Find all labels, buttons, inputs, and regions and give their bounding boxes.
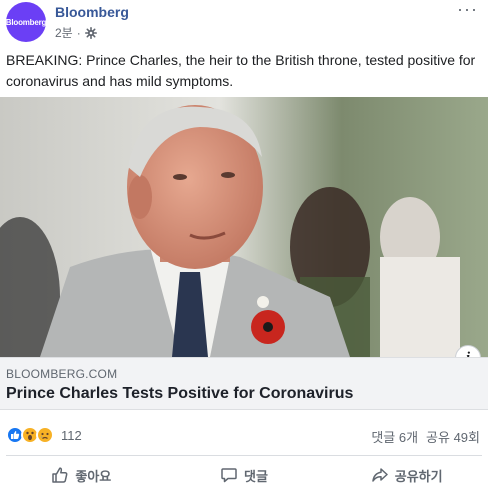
more-options-icon[interactable]: ··· [457,0,478,18]
post-text: BREAKING: Prince Charles, the heir to th… [6,52,476,89]
gear-icon[interactable] [84,26,97,39]
reaction-summary[interactable]: 112 [6,424,82,446]
page-name-link[interactable]: Bloomberg [55,4,129,20]
post-header: Bloomberg Bloomberg 2분 · ··· [0,0,488,44]
comment-count-link[interactable]: 댓글 6개 [371,427,418,446]
post-timestamp[interactable]: 2분 [55,24,73,41]
page-avatar[interactable]: Bloomberg [6,2,46,42]
reaction-count: 112 [61,427,82,443]
post-action-bar: 좋아요 댓글 공유하기 [0,458,488,492]
share-count-link[interactable]: 공유 49회 [426,427,480,446]
share-arrow-icon [372,468,388,482]
like-button-label: 좋아요 [75,468,112,484]
sad-reaction-icon [36,426,54,444]
link-preview-card[interactable]: BLOOMBERG.COM Prince Charles Tests Posit… [0,357,488,410]
link-title[interactable]: Prince Charles Tests Positive for Corona… [6,385,353,403]
share-button-label: 공유하기 [394,468,443,484]
link-preview-image[interactable] [0,97,488,357]
speech-bubble-icon [221,468,237,483]
engagement-stats: 댓글 6개 공유 49회 [371,427,480,446]
share-button[interactable]: 공유하기 [325,458,488,492]
like-button[interactable]: 좋아요 [0,458,163,492]
comment-button-label: 댓글 [244,468,268,484]
comment-button[interactable]: 댓글 [163,458,326,492]
dot-separator: · [76,25,81,40]
photo-illustration [0,97,488,357]
avatar-logo-text: Bloomberg [5,17,47,27]
divider [6,455,482,456]
thumbs-up-icon [52,467,68,483]
post-meta: 2분 · [55,24,97,41]
link-domain: BLOOMBERG.COM [6,367,118,381]
